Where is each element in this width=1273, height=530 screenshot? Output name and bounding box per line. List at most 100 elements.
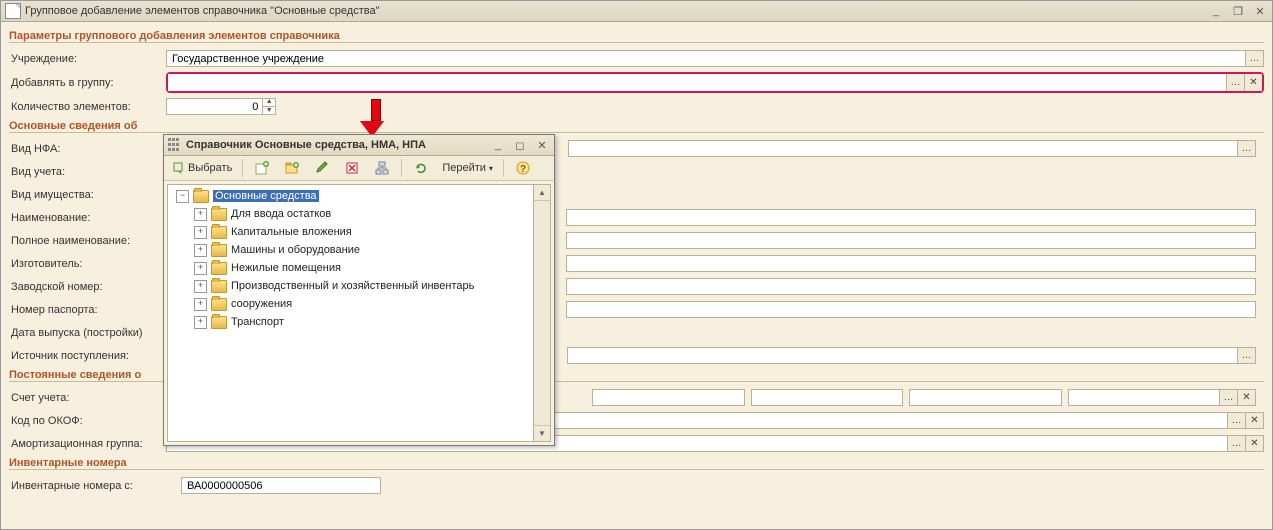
dropdown-icon: ▾ (489, 164, 493, 173)
folder-icon (211, 244, 227, 257)
label-maker: Изготовитель: (9, 258, 166, 270)
tree-item[interactable]: сооружения (170, 295, 531, 313)
label-okof: Код по ОКОФ: (9, 415, 166, 427)
tree-item[interactable]: Транспорт (170, 313, 531, 331)
add-button[interactable] (248, 157, 276, 179)
select-icon (173, 162, 185, 174)
label-prop: Вид имущества: (9, 189, 166, 201)
scroll-down-icon[interactable]: ▼ (534, 425, 550, 441)
lookup-org-button[interactable]: … (1246, 50, 1264, 67)
grid-icon (168, 138, 182, 152)
expand-icon[interactable] (194, 226, 207, 239)
delete-icon (345, 161, 359, 175)
input-account-4[interactable] (1068, 389, 1221, 406)
restore-button[interactable]: ❐ (1230, 4, 1246, 18)
spin-up-icon[interactable]: ▲ (263, 98, 275, 107)
expand-icon[interactable] (194, 280, 207, 293)
titlebar: Групповое добавление элементов справочни… (1, 1, 1272, 22)
hierarchy-button[interactable] (368, 157, 396, 179)
label-nfa: Вид НФА: (9, 143, 166, 155)
row-group: Добавлять в группу: … ✕ (9, 72, 1264, 93)
tree-scrollbar[interactable]: ▲ ▼ (534, 184, 551, 442)
goto-button[interactable]: Перейти ▾ (437, 157, 498, 179)
label-name: Наименование: (9, 212, 166, 224)
input-passport[interactable] (566, 301, 1256, 318)
tree-item[interactable]: Производственный и хозяйственный инвента… (170, 277, 531, 295)
label-acc: Вид учета: (9, 166, 166, 178)
expand-icon[interactable] (194, 316, 207, 329)
popup-title: Справочник Основные средства, НМА, НПА (186, 139, 490, 151)
expand-icon[interactable] (194, 262, 207, 275)
input-account-2[interactable] (751, 389, 904, 406)
clear-group-button[interactable]: ✕ (1244, 74, 1262, 91)
spin-down-icon[interactable]: ▼ (263, 107, 275, 115)
popup-close-button[interactable]: ✕ (534, 138, 550, 152)
clear-amort-button[interactable]: ✕ (1246, 435, 1264, 452)
delete-button[interactable] (338, 157, 366, 179)
section-basic-title: Основные сведения об (9, 120, 1264, 132)
close-button[interactable]: ✕ (1252, 4, 1268, 18)
input-maker[interactable] (566, 255, 1256, 272)
tree-item[interactable]: Нежилые помещения (170, 259, 531, 277)
popup-maximize-button[interactable]: ◻ (512, 138, 528, 152)
tree-item[interactable]: Капитальные вложения (170, 223, 531, 241)
input-invfrom[interactable] (181, 477, 381, 494)
clear-okof-button[interactable]: ✕ (1246, 412, 1264, 429)
lookup-amort-button[interactable]: … (1228, 435, 1246, 452)
input-fullname[interactable] (566, 232, 1256, 249)
lookup-okof-button[interactable]: … (1228, 412, 1246, 429)
label-invfrom: Инвентарные номера с: (9, 480, 181, 492)
window-controls: _ ❐ ✕ (1208, 4, 1268, 18)
label-source: Источник поступления: (9, 350, 166, 362)
popup-minimize-button[interactable]: _ (490, 138, 506, 152)
select-button[interactable]: Выбрать (168, 157, 237, 179)
input-serial[interactable] (566, 278, 1256, 295)
label-date: Дата выпуска (постройки) (9, 327, 166, 339)
scroll-up-icon[interactable]: ▲ (534, 185, 550, 201)
window-title: Групповое добавление элементов справочни… (25, 5, 1208, 17)
folder-icon (211, 208, 227, 221)
tree-item[interactable]: Машины и оборудование (170, 241, 531, 259)
popup-titlebar: Справочник Основные средства, НМА, НПА _… (164, 135, 554, 156)
lookup-nfa-button[interactable]: … (1238, 140, 1256, 157)
expand-icon[interactable] (194, 244, 207, 257)
expand-icon[interactable] (194, 208, 207, 221)
tree-view[interactable]: Основные средства Для ввода остатков Кап… (167, 184, 534, 442)
input-account-3[interactable] (909, 389, 1062, 406)
lookup-source-button[interactable]: … (1238, 347, 1256, 364)
input-name[interactable] (566, 209, 1256, 226)
label-serial: Заводской номер: (9, 281, 166, 293)
section-inv-title: Инвентарные номера (9, 457, 1264, 469)
add-folder-button[interactable] (278, 157, 306, 179)
expand-icon[interactable] (194, 298, 207, 311)
clear-account-button[interactable]: ✕ (1238, 389, 1256, 406)
label-org: Учреждение: (9, 53, 166, 65)
edit-button[interactable] (308, 157, 336, 179)
folder-icon (193, 190, 209, 203)
label-amort: Амортизационная группа: (9, 438, 166, 450)
tree-item[interactable]: Для ввода остатков (170, 205, 531, 223)
input-nfa[interactable] (568, 140, 1238, 157)
lookup-group-button[interactable]: … (1226, 74, 1244, 91)
input-source[interactable] (567, 347, 1238, 364)
label-fullname: Полное наименование: (9, 235, 166, 247)
hierarchy-icon (375, 161, 389, 175)
scroll-track[interactable] (534, 201, 550, 425)
popup-toolbar: Выбрать Перейти ▾ (164, 156, 554, 181)
input-group[interactable] (168, 74, 1226, 91)
refresh-button[interactable] (407, 157, 435, 179)
input-count[interactable]: ▲ ▼ (166, 98, 276, 115)
add-icon (255, 161, 269, 175)
input-account-1[interactable] (592, 389, 745, 406)
minimize-button[interactable]: _ (1208, 4, 1224, 18)
svg-text:?: ? (520, 164, 526, 175)
help-button[interactable]: ? (509, 157, 537, 179)
lookup-account-button[interactable]: … (1220, 389, 1238, 406)
input-org[interactable] (166, 50, 1246, 67)
tree-root[interactable]: Основные средства (170, 187, 531, 205)
label-passport: Номер паспорта: (9, 304, 166, 316)
count-spinner[interactable]: ▲ ▼ (262, 98, 275, 115)
folder-icon (211, 262, 227, 275)
label-account: Счет учета: (9, 392, 166, 404)
collapse-icon[interactable] (176, 190, 189, 203)
